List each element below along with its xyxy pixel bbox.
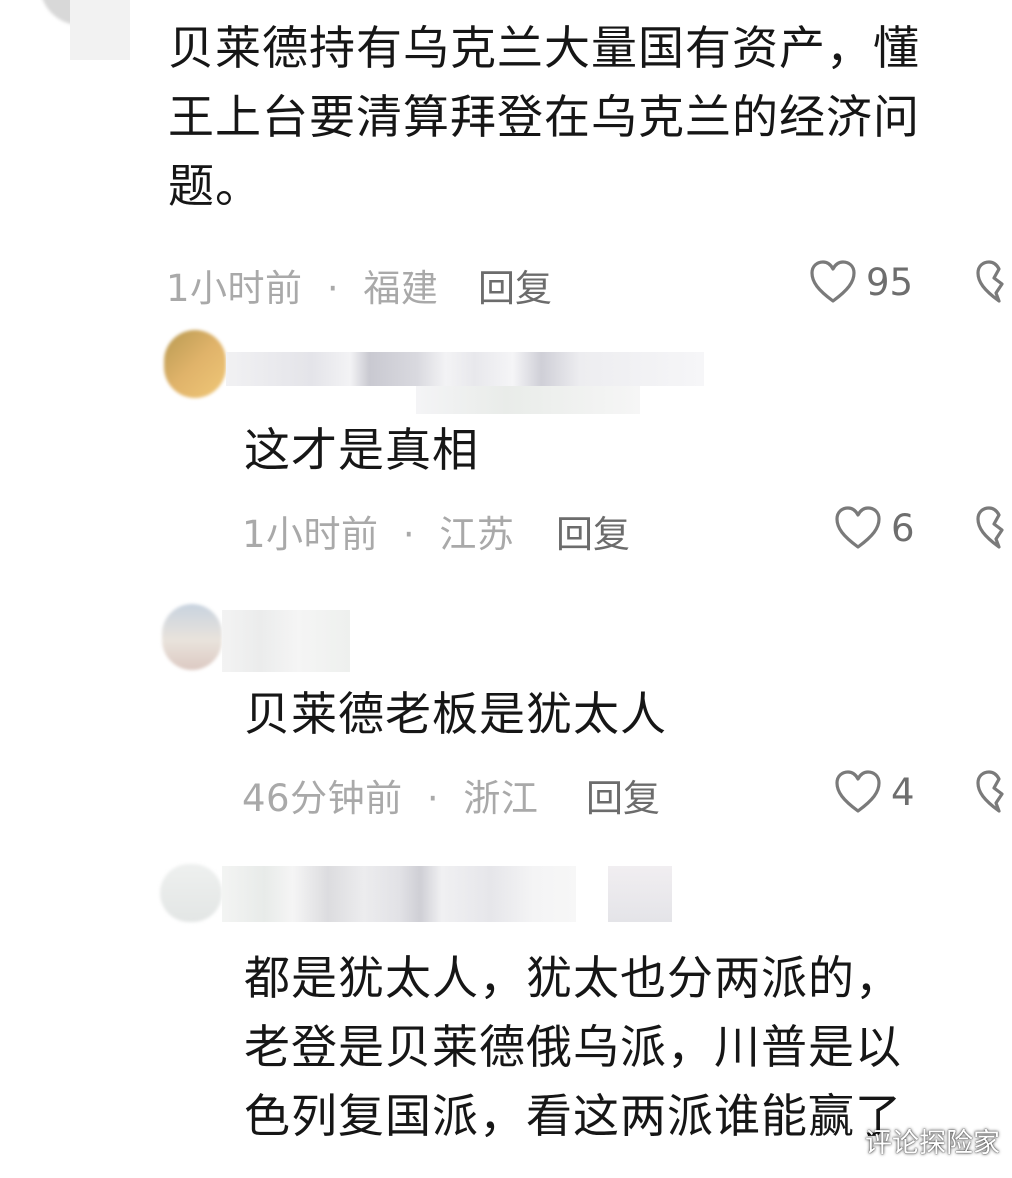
like-button[interactable]: 4 bbox=[833, 769, 915, 815]
comment-text: 贝莱德持有乌克兰大量国有资产，懂 王上台要清算拜登在乌克兰的经济问 题。 bbox=[168, 21, 920, 213]
comment-meta: 1小时前 · 江苏 bbox=[242, 504, 514, 558]
meta-separator: · bbox=[402, 513, 416, 556]
comment-time: 1小时前 bbox=[166, 267, 303, 310]
reply-button[interactable]: 回复 bbox=[586, 768, 660, 822]
comment-time: 1小时前 bbox=[242, 513, 379, 556]
comment-time: 46分钟前 bbox=[242, 777, 403, 820]
meta-separator: · bbox=[326, 267, 340, 310]
like-button[interactable]: 6 bbox=[833, 505, 915, 551]
watermark: 评论探险家 bbox=[865, 1128, 1000, 1159]
comment-meta: 1小时前 · 福建 bbox=[166, 258, 438, 312]
avatar[interactable] bbox=[162, 604, 222, 670]
avatar[interactable] bbox=[160, 864, 222, 922]
broken-heart-icon bbox=[976, 770, 1004, 813]
heart-outline-icon bbox=[835, 506, 881, 549]
like-button[interactable]: 95 bbox=[808, 259, 913, 305]
heart-outline-icon bbox=[810, 260, 856, 303]
username-blurred bbox=[608, 866, 672, 922]
like-count: 6 bbox=[891, 506, 915, 550]
comment-text: 都是犹太人，犹太也分两派的， 老登是贝莱德俄乌派，川普是以 色列复国派，看这两派… bbox=[244, 951, 902, 1143]
dislike-button[interactable] bbox=[974, 259, 1012, 309]
reply-button[interactable]: 回复 bbox=[478, 258, 552, 312]
dislike-button[interactable] bbox=[974, 769, 1012, 819]
reply-button[interactable]: 回复 bbox=[556, 504, 630, 558]
username-blurred bbox=[226, 352, 704, 386]
username-blurred bbox=[222, 866, 576, 922]
username-blurred bbox=[70, 0, 130, 60]
comment-text: 这才是真相 bbox=[244, 423, 479, 477]
meta-separator: · bbox=[426, 777, 440, 820]
like-count: 95 bbox=[866, 260, 914, 304]
broken-heart-icon bbox=[976, 506, 1004, 549]
comment-text: 贝莱德老板是犹太人 bbox=[244, 687, 667, 741]
username-blurred bbox=[416, 386, 640, 414]
comment-meta: 46分钟前 · 浙江 bbox=[242, 768, 538, 822]
username-blurred bbox=[222, 610, 350, 672]
heart-outline-icon bbox=[835, 770, 881, 813]
comment-location: 福建 bbox=[363, 267, 439, 310]
like-count: 4 bbox=[891, 770, 915, 814]
comment-location: 江苏 bbox=[439, 513, 515, 556]
broken-heart-icon bbox=[976, 260, 1004, 303]
dislike-button[interactable] bbox=[974, 505, 1012, 555]
comment-location: 浙江 bbox=[463, 777, 539, 820]
avatar[interactable] bbox=[164, 330, 226, 398]
